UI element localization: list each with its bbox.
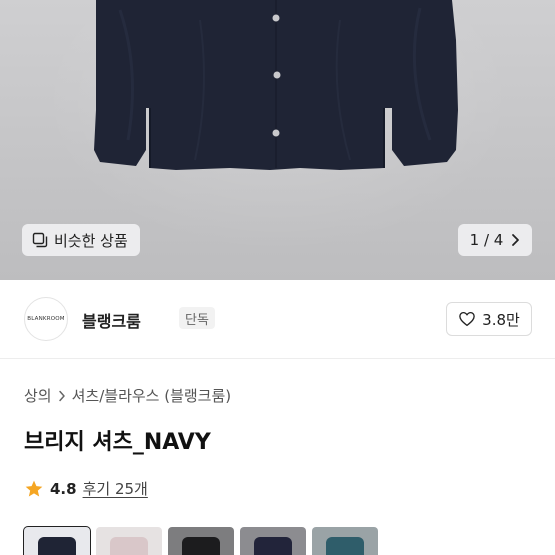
image-pager-count: 1 / 4 [469,231,504,249]
shirt-button [272,129,280,137]
thumb-shirt-image [254,537,292,555]
reviews-link[interactable]: 후기 25개 [83,478,148,499]
thumb-shirt-image [326,537,364,555]
color-option-thumb[interactable] [240,527,306,555]
thumb-shirt-image [182,537,220,555]
star-icon [25,480,43,496]
brand-logo[interactable]: BLANKROOM [24,297,68,341]
color-option-thumb[interactable] [96,527,162,555]
chevron-right-icon [512,234,520,246]
brand-logo-text: BLANKROOM [27,316,65,322]
product-image[interactable]: 비슷한 상품 1 / 4 [0,0,555,280]
chevron-right-icon [58,390,65,401]
similar-items-icon [32,232,48,248]
breadcrumb-item-category[interactable]: 셔츠/블라우스 (블랭크룸) [72,385,232,406]
shirt-button [272,14,280,22]
color-option-thumb[interactable] [23,526,91,555]
breadcrumb: 상의 셔츠/블라우스 (블랭크룸) [24,385,231,406]
shirt-button [273,71,281,79]
color-option-thumb[interactable] [168,527,234,555]
thumb-shirt-image [38,537,76,555]
like-count: 3.8만 [482,310,520,329]
exclusive-badge: 단독 [179,307,215,329]
section-divider [0,358,555,359]
breadcrumb-item-top[interactable]: 상의 [24,385,52,406]
like-button[interactable]: 3.8만 [446,302,532,336]
similar-items-label: 비슷한 상품 [54,231,128,250]
brand-row: BLANKROOM 블랭크룸 단독 3.8만 [24,297,532,343]
brand-name-link[interactable]: 블랭크룸 [82,308,141,332]
product-title: 브리지 셔츠_NAVY [24,430,211,455]
color-options [23,526,378,555]
image-pager-button[interactable]: 1 / 4 [458,224,532,256]
heart-icon [459,311,475,327]
rating-score: 4.8 [50,479,77,498]
color-option-thumb[interactable] [312,527,378,555]
thumb-shirt-image [110,537,148,555]
similar-items-button[interactable]: 비슷한 상품 [22,224,140,256]
rating-row: 4.8 후기 25개 [24,478,148,499]
